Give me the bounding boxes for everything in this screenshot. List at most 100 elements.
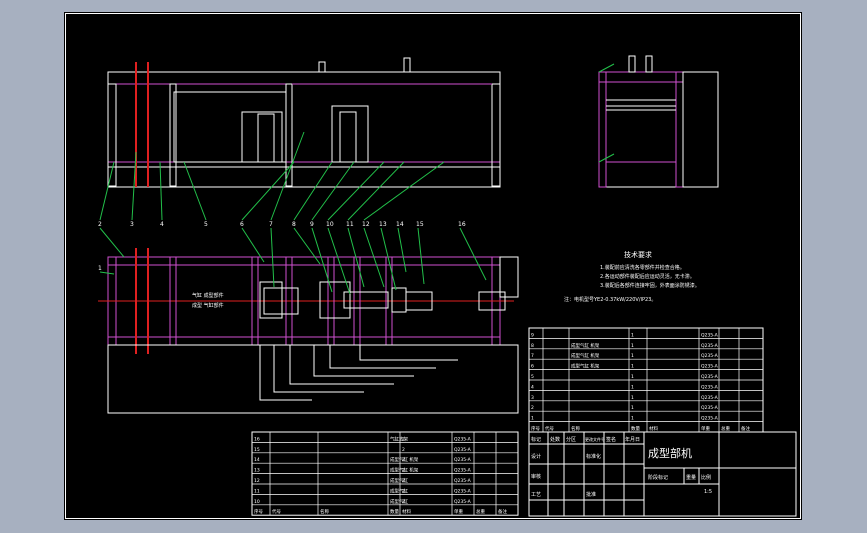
drawing-sheet: 1 2 3 4 5 6 7 8 9 10 11 12 13 14 15 16 气缸 成型部件 成型 气缸部件 … [64, 12, 802, 520]
front-leader-8 [293, 161, 333, 221]
bom-cell: 13 [254, 468, 260, 474]
bom-cell: 1 [631, 374, 634, 380]
callout-4: 4 [160, 221, 164, 228]
bom-cell: 4 [531, 384, 534, 390]
drawing-title: 成型部机 [648, 446, 692, 460]
bom-cell: 2 [402, 468, 405, 474]
tb-mark: 标记 [531, 436, 541, 443]
tech-req-line-1: 1.装配前应清洗各零部件并检查合格。 [600, 264, 685, 271]
plan-leader-2 [99, 227, 125, 258]
bom-cell: Q235-A [454, 436, 472, 442]
bom-cell: 2 [402, 457, 405, 463]
bom-cell: Q235-A [701, 343, 719, 349]
callout-10: 10 [326, 221, 334, 228]
tb-count: 处数 [550, 436, 560, 443]
tb-sign: 签名 [606, 436, 616, 443]
tb-scale: 比例 [701, 474, 711, 481]
bom-header-cell: 序号 [254, 508, 263, 515]
bom-cell: 2 [402, 499, 405, 505]
bom-cell: Q235-A [701, 364, 719, 370]
bom-cell: 气缸支架 [390, 435, 408, 442]
front-leaders [99, 131, 445, 221]
tb-change-doc: 更改文件号 [585, 436, 605, 442]
callout-15: 15 [416, 221, 424, 228]
dimension-lines [259, 345, 458, 401]
plan-leader-10 [327, 227, 351, 295]
bom-cell: 1 [631, 332, 634, 338]
plan-leader-8 [293, 227, 321, 265]
bom-cell: 成型气缸 机架 [571, 363, 600, 370]
tb-standard: 标准化 [586, 453, 601, 460]
bom-cell: 11 [254, 488, 260, 494]
bom-cell: 1 [631, 416, 634, 422]
bom-header-cell: 单重 [701, 425, 710, 432]
bom-cell: Q235-A [454, 457, 472, 463]
bom-right: 9 1 Q235-A 8 成型气缸 机架 1 Q235-A 7 成型气缸 机架 1 Q235-A 6 成… [528, 327, 764, 433]
plan-leaders [99, 227, 487, 295]
callout-labels: 12 3 4 5 6 7 8 9 10 11 12 13 14 15 16 [98, 221, 466, 272]
bom-cell: 1 [531, 416, 534, 422]
bom-cell: 1 [631, 364, 634, 370]
bom-header-cell: 代号 [272, 508, 281, 515]
tech-req-title: 技术要求 [624, 250, 652, 259]
bom-cell: 成型气缸 [390, 477, 408, 484]
bom-header-cell: 代号 [545, 425, 554, 432]
plan-label-upper: 气缸 成型部件 [192, 292, 224, 299]
bom-cell: 成型气缸 [390, 487, 408, 494]
bom-cell: 1 [631, 405, 634, 411]
callout-6: 6 [240, 221, 244, 228]
bom-header-cell: 材料 [402, 508, 411, 515]
bom-cell: Q235-A [454, 499, 472, 505]
bom-cell: 16 [254, 436, 260, 442]
plan-leader-13 [380, 227, 397, 291]
bom-cell: 12 [254, 478, 260, 484]
plan-leader-1 [99, 271, 115, 275]
callout-9: 9 [310, 221, 314, 228]
callout-7: 7 [269, 221, 273, 228]
motor-note: 注：电机型号YE2-0.37kW/220V/IP23。 [564, 296, 656, 303]
bom-cell: Q235-A [454, 447, 472, 453]
plan-leader-16 [459, 227, 487, 281]
tb-design: 设计 [531, 453, 541, 460]
bom-header-cell: 名称 [320, 508, 329, 515]
callout-8: 8 [292, 221, 296, 228]
front-leader-9 [311, 161, 355, 221]
plan-leader-15 [417, 227, 425, 285]
bom-cell: 3 [531, 395, 534, 401]
bom-cell: 1 [631, 384, 634, 390]
bom-cell: 9 [531, 332, 534, 338]
tech-req-line-2: 2.各运动部件装配后应运动灵活，无卡滞。 [600, 273, 695, 280]
bom-cell: 7 [531, 353, 534, 359]
front-leader-6 [241, 161, 295, 221]
bom-cell: 2 [402, 447, 405, 453]
front-leader-4 [159, 161, 163, 221]
bom-header-cell: 总重 [721, 425, 730, 432]
technical-requirements: 技术要求 1.装配前应清洗各零部件并检查合格。 2.各运动部件装配后应运动灵活，… [564, 250, 700, 303]
callout-12: 12 [362, 221, 370, 228]
bom-cell: 15 [254, 447, 260, 453]
tech-req-line-3: 3.装配后各部件连接牢固，外表面涂防锈漆。 [600, 282, 700, 289]
callout-16: 16 [458, 221, 466, 228]
bom-header-cell: 备注 [741, 425, 750, 432]
bom-cell: Q235-A [454, 478, 472, 484]
bom-cell: 2 [402, 488, 405, 494]
title-block [528, 431, 797, 517]
bom-cell: Q235-A [701, 384, 719, 390]
bom-cell: 1 [631, 353, 634, 359]
bom-cell: Q235-A [701, 416, 719, 422]
bom-cell: Q235-A [454, 488, 472, 494]
tb-zone: 分区 [566, 436, 576, 443]
bom-cell: 2 [402, 478, 405, 484]
front-leader-2 [99, 161, 115, 221]
callout-11: 11 [346, 221, 354, 228]
front-view [107, 57, 501, 188]
tb-date: 年月日 [625, 436, 640, 443]
bom-header-cell: 名称 [571, 425, 580, 432]
bom-cell: Q235-A [701, 395, 719, 401]
bom-header-cell: 序号 [531, 425, 540, 432]
front-leader-5 [183, 161, 207, 221]
bom-cell: 10 [254, 499, 260, 505]
callout-13: 13 [379, 221, 387, 228]
bom-left: 16 气缸支架2 Q235-A15 2 Q235-A14 成型气缸 机架2 Q235-A13… [251, 431, 519, 516]
callout-3: 3 [130, 221, 134, 228]
